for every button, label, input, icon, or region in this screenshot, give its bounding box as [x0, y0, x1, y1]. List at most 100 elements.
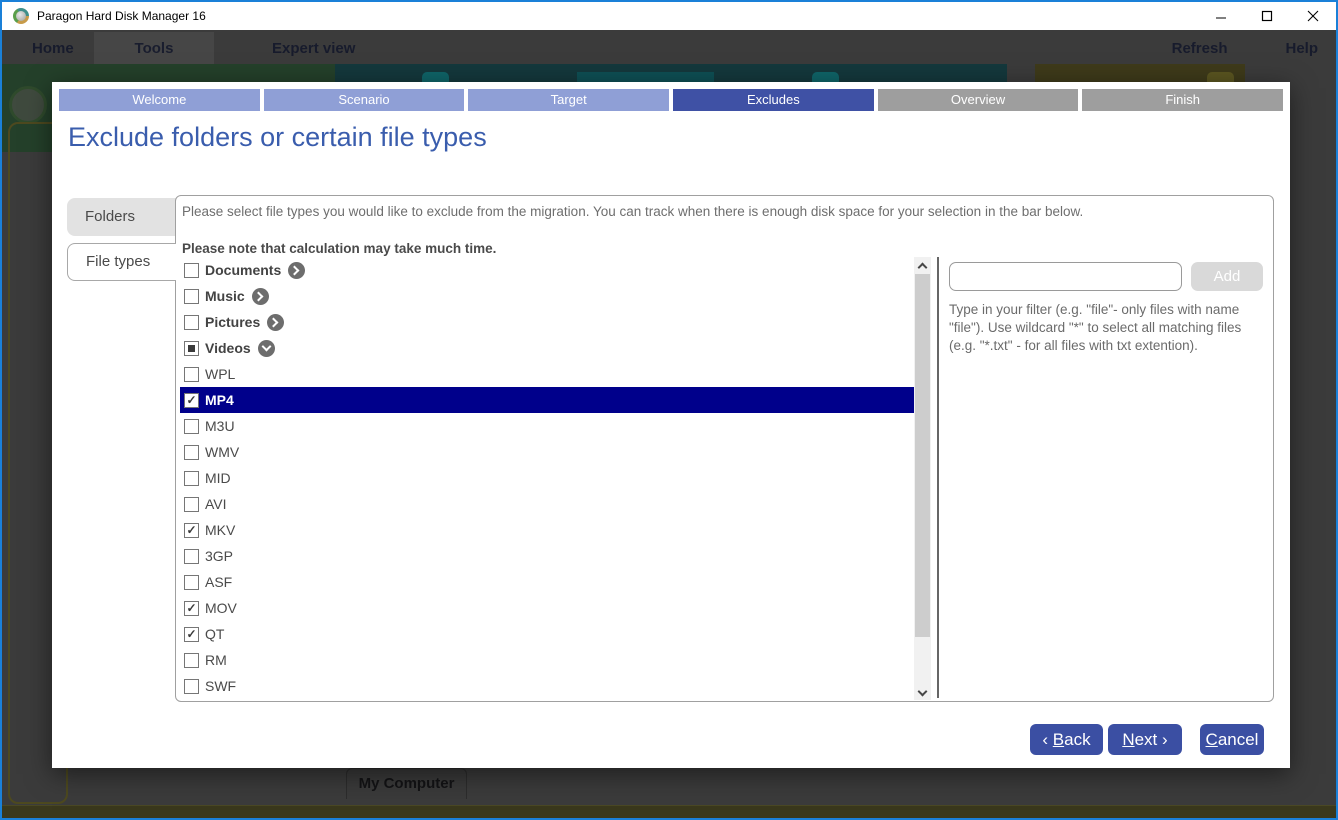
tab-file-types[interactable]: File types — [67, 243, 176, 281]
app-logo-icon — [13, 8, 29, 24]
back-button[interactable]: ‹ Back — [1030, 724, 1103, 755]
file-type-label: M3U — [205, 418, 235, 434]
filter-input[interactable] — [949, 262, 1182, 291]
checkbox-mp4[interactable]: ✓ — [184, 393, 199, 408]
checkbox-mid[interactable] — [184, 471, 199, 486]
window-title: Paragon Hard Disk Manager 16 — [37, 9, 206, 23]
bg-menu-left: HomeToolsExpert view — [32, 32, 355, 64]
expand-chevron-icon[interactable] — [252, 288, 269, 305]
menu-tools: Tools — [94, 40, 214, 57]
window-controls — [1198, 2, 1336, 30]
calculation-note: Please note that calculation may take mu… — [182, 241, 496, 256]
file-type-row[interactable]: Pictures — [180, 309, 914, 335]
filter-panel: Add Type in your filter (e.g. "file"- on… — [949, 257, 1271, 355]
file-type-label: Pictures — [205, 314, 260, 330]
menu-expert-view: Expert view — [272, 40, 355, 57]
add-button[interactable]: Add — [1191, 262, 1263, 291]
wizard-dialog: WelcomeScenarioTargetExcludesOverviewFin… — [52, 82, 1290, 768]
file-type-label: ASF — [205, 574, 232, 590]
bg-paragon-logo — [9, 86, 47, 124]
file-type-label: WMV — [205, 444, 239, 460]
file-type-label: AVI — [205, 496, 227, 512]
file-type-row[interactable]: WMV — [180, 439, 914, 465]
checkbox-wmv[interactable] — [184, 445, 199, 460]
bg-bottom-strip — [2, 805, 1336, 820]
file-type-row[interactable]: ✓ QT — [180, 621, 914, 647]
wizard-step-overview: Overview — [878, 89, 1079, 111]
file-type-row[interactable]: ASF — [180, 569, 914, 595]
title-bar: Paragon Hard Disk Manager 16 — [2, 2, 1336, 30]
file-type-row[interactable]: ✓ MKV — [180, 517, 914, 543]
file-type-label: Videos — [205, 340, 251, 356]
maximize-icon — [1261, 10, 1273, 22]
checkbox-asf[interactable] — [184, 575, 199, 590]
wizard-step-welcome: Welcome — [59, 89, 260, 111]
wizard-step-finish: Finish — [1082, 89, 1283, 111]
checkbox-documents[interactable] — [184, 263, 199, 278]
file-type-label: Documents — [205, 262, 281, 278]
file-type-row[interactable]: Videos — [180, 335, 914, 361]
file-type-label: QT — [205, 626, 224, 642]
file-type-row[interactable]: MID — [180, 465, 914, 491]
checkbox-music[interactable] — [184, 289, 199, 304]
checkbox-rm[interactable] — [184, 653, 199, 668]
filter-help-text: Type in your filter (e.g. "file"- only f… — [949, 301, 1271, 355]
file-type-row[interactable]: Music — [180, 283, 914, 309]
file-type-label: WPL — [205, 366, 235, 382]
file-type-row[interactable]: 3GP — [180, 543, 914, 569]
scrollbar-thumb[interactable] — [915, 274, 930, 637]
file-type-label: RM — [205, 652, 227, 668]
minimize-button[interactable] — [1198, 2, 1244, 30]
file-type-row[interactable]: ✓ MOV — [180, 595, 914, 621]
content-panel: Please select file types you would like … — [175, 195, 1274, 702]
file-type-row[interactable]: RM — [180, 647, 914, 673]
checkbox-pictures[interactable] — [184, 315, 199, 330]
menu-help: Help — [1285, 40, 1318, 57]
wizard-steps: WelcomeScenarioTargetExcludesOverviewFin… — [59, 89, 1283, 111]
scrollbar-up-icon[interactable] — [914, 257, 931, 273]
maximize-button[interactable] — [1244, 2, 1290, 30]
checkbox-swf[interactable] — [184, 679, 199, 694]
close-icon — [1307, 10, 1319, 22]
file-type-label: MP4 — [205, 392, 234, 408]
close-button[interactable] — [1290, 2, 1336, 30]
file-type-label: Music — [205, 288, 245, 304]
checkbox-m3u[interactable] — [184, 419, 199, 434]
file-type-row[interactable]: ✓ MP4 — [180, 387, 914, 413]
file-type-label: 3GP — [205, 548, 233, 564]
checkbox-mkv[interactable]: ✓ — [184, 523, 199, 538]
ribbon-bump — [812, 72, 839, 82]
wizard-step-excludes: Excludes — [673, 89, 874, 111]
ribbon-segment-teal-bright — [577, 72, 714, 82]
cancel-button[interactable]: Cancel — [1200, 724, 1264, 755]
checkbox-videos[interactable] — [184, 341, 199, 356]
file-type-label: SWF — [205, 678, 236, 694]
checkbox-qt[interactable]: ✓ — [184, 627, 199, 642]
instructions-text: Please select file types you would like … — [182, 204, 1264, 219]
checkbox-mov[interactable]: ✓ — [184, 601, 199, 616]
file-type-row[interactable]: SWF — [180, 673, 914, 699]
my-computer-tab: My Computer — [346, 768, 467, 799]
file-type-row[interactable]: Documents — [180, 257, 914, 283]
expand-chevron-icon[interactable] — [288, 262, 305, 279]
ribbon-bump — [422, 72, 449, 82]
next-button[interactable]: Next › — [1108, 724, 1182, 755]
checkbox-wpl[interactable] — [184, 367, 199, 382]
checkbox-3gp[interactable] — [184, 549, 199, 564]
file-type-list: Documents Music Pictures Videos WPL ✓ MP… — [180, 257, 914, 700]
scrollbar-down-icon[interactable] — [914, 684, 931, 700]
file-type-label: MOV — [205, 600, 237, 616]
bg-menu-right: Refresh Help — [1172, 32, 1318, 64]
menu-refresh: Refresh — [1172, 40, 1228, 57]
tab-folders[interactable]: Folders — [67, 198, 176, 236]
file-type-row[interactable]: M3U — [180, 413, 914, 439]
checkbox-avi[interactable] — [184, 497, 199, 512]
file-type-label: MID — [205, 470, 231, 486]
minimize-icon — [1215, 10, 1227, 22]
scrollbar[interactable] — [914, 257, 931, 700]
file-type-row[interactable]: AVI — [180, 491, 914, 517]
file-type-label: MKV — [205, 522, 235, 538]
expand-chevron-icon[interactable] — [258, 340, 275, 357]
expand-chevron-icon[interactable] — [267, 314, 284, 331]
file-type-row[interactable]: WPL — [180, 361, 914, 387]
